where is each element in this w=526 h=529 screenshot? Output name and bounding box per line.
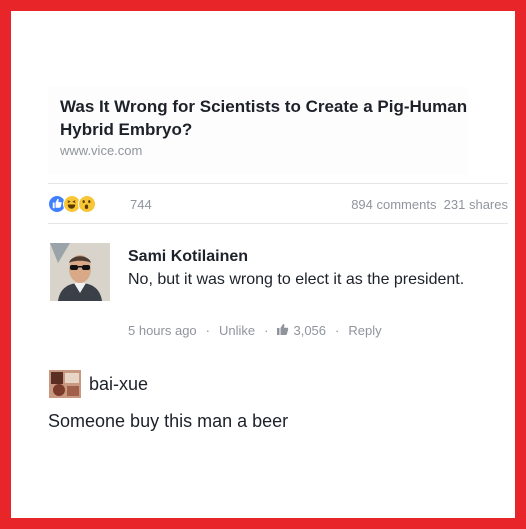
- avatar[interactable]: [50, 243, 110, 301]
- divider: [48, 223, 508, 224]
- separator: ·: [205, 323, 211, 338]
- thumbs-up-icon: [277, 323, 289, 338]
- reply-username[interactable]: bai-xue: [89, 374, 148, 395]
- link-preview[interactable]: Was It Wrong for Scientists to Create a …: [48, 87, 468, 175]
- divider: [48, 183, 508, 184]
- screenshot-card: Was It Wrong for Scientists to Create a …: [11, 11, 515, 518]
- like-count[interactable]: 3,056: [293, 323, 326, 338]
- reaction-count[interactable]: 744: [130, 197, 152, 212]
- comment-text: No, but it was wrong to elect it as the …: [128, 271, 465, 288]
- reply-button[interactable]: Reply: [348, 323, 381, 338]
- link-title[interactable]: Was It Wrong for Scientists to Create a …: [60, 95, 480, 141]
- comments-shares-count[interactable]: 894 comments 231 shares: [351, 197, 508, 212]
- reply-text: Someone buy this man a beer: [48, 411, 289, 431]
- reaction-icons[interactable]: [48, 194, 114, 214]
- comment-timestamp[interactable]: 5 hours ago: [128, 323, 197, 338]
- commenter-name[interactable]: Sami Kotilainen: [128, 248, 248, 266]
- separator: ·: [335, 323, 340, 338]
- separator: ·: [264, 323, 269, 338]
- wow-icon: [78, 195, 96, 213]
- unlike-button[interactable]: Unlike: [219, 323, 255, 338]
- link-domain: www.vice.com: [60, 143, 143, 158]
- comment-actions: 5 hours ago · Unlike · 3,056 · Reply: [128, 323, 382, 338]
- avatar[interactable]: [49, 370, 81, 398]
- reactions-row: 744 894 comments 231 shares: [48, 194, 508, 216]
